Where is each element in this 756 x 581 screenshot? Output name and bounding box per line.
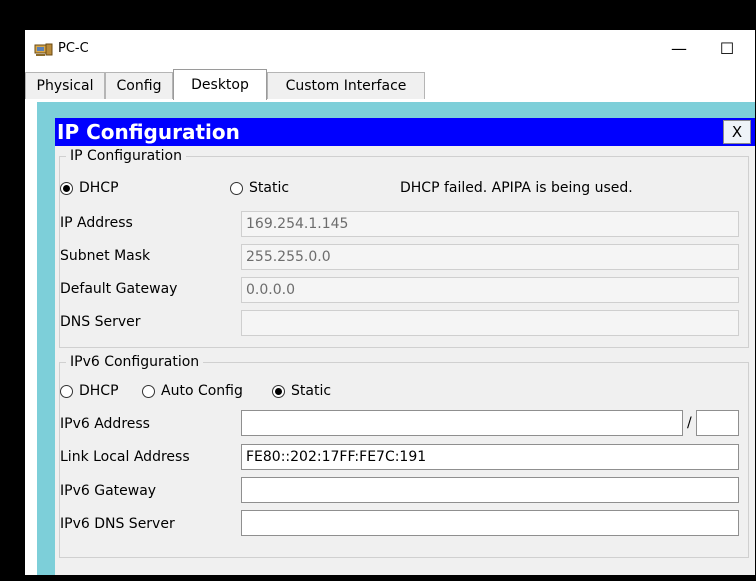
radio-selected-icon (60, 181, 73, 195)
tab-custom-interface[interactable]: Custom Interface (267, 72, 425, 99)
radio-unselected-icon (142, 384, 155, 398)
panel-title: IP Configuration (57, 120, 240, 144)
radio-unselected-icon (230, 181, 243, 195)
ipv6-dhcp-label: DHCP (79, 383, 119, 399)
pc-window: PC-C — ☐ Physical Config Desktop Custom … (25, 30, 755, 575)
ipv6-address-field[interactable] (241, 410, 683, 436)
ip-address-field[interactable]: 169.254.1.145 (241, 211, 739, 237)
ipv4-dhcp-label: DHCP (79, 180, 119, 196)
ipv6-prefix-length-field[interactable] (696, 410, 739, 436)
ipv4-group-title: IP Configuration (66, 147, 186, 165)
dns-server-label: DNS Server (60, 314, 141, 330)
ipv6-auto-config-label: Auto Config (161, 383, 243, 399)
ipv6-static-radio[interactable]: Static (272, 381, 331, 401)
subnet-mask-field[interactable]: 255.255.0.0 (241, 244, 739, 270)
ipv6-group-title: IPv6 Configuration (66, 353, 204, 371)
ipv6-auto-config-radio[interactable]: Auto Config (142, 381, 243, 401)
ipv4-group: IP Configuration DHCP Static DHCP failed… (59, 147, 749, 348)
tab-desktop[interactable]: Desktop (173, 69, 267, 100)
ipv6-gateway-field[interactable] (241, 477, 739, 503)
ipv6-address-label: IPv6 Address (60, 416, 150, 432)
ip-configuration-panel: IP Configuration X IP Configuration DHCP… (55, 118, 755, 575)
ipv4-static-radio[interactable]: Static (230, 178, 289, 198)
desktop-area: IP Configuration X IP Configuration DHCP… (37, 102, 755, 575)
close-panel-button[interactable]: X (723, 120, 751, 144)
pc-icon (34, 43, 53, 56)
ipv6-dhcp-radio[interactable]: DHCP (60, 381, 119, 401)
default-gateway-field[interactable]: 0.0.0.0 (241, 277, 739, 303)
ipv6-dns-server-field[interactable] (241, 510, 739, 536)
ipv6-static-label: Static (291, 383, 332, 399)
dns-server-field[interactable] (241, 310, 739, 336)
radio-unselected-icon (60, 384, 73, 398)
default-gateway-label: Default Gateway (60, 281, 178, 297)
link-local-address-label: Link Local Address (60, 449, 190, 465)
ip-address-label: IP Address (60, 215, 133, 231)
ipv6-group: IPv6 Configuration DHCP Auto Config Stat… (59, 353, 749, 558)
link-local-address-field[interactable]: FE80::202:17FF:FE7C:191 (241, 444, 739, 470)
tab-physical[interactable]: Physical (25, 72, 105, 99)
panel-header: IP Configuration X (55, 118, 755, 146)
window-title: PC-C (58, 41, 89, 56)
radio-selected-icon (272, 384, 285, 398)
dhcp-status-message: DHCP failed. APIPA is being used. (400, 180, 633, 196)
ipv6-dns-server-label: IPv6 DNS Server (60, 516, 175, 532)
ipv4-static-label: Static (249, 180, 290, 196)
minimize-button[interactable]: — (665, 38, 693, 60)
ipv6-gateway-label: IPv6 Gateway (60, 483, 157, 499)
title-bar: PC-C — ☐ (25, 30, 755, 70)
tab-config[interactable]: Config (105, 72, 173, 99)
prefix-separator: / (687, 415, 692, 431)
maximize-button[interactable]: ☐ (713, 38, 741, 60)
ipv4-dhcp-radio[interactable]: DHCP (60, 178, 119, 198)
subnet-mask-label: Subnet Mask (60, 248, 151, 264)
